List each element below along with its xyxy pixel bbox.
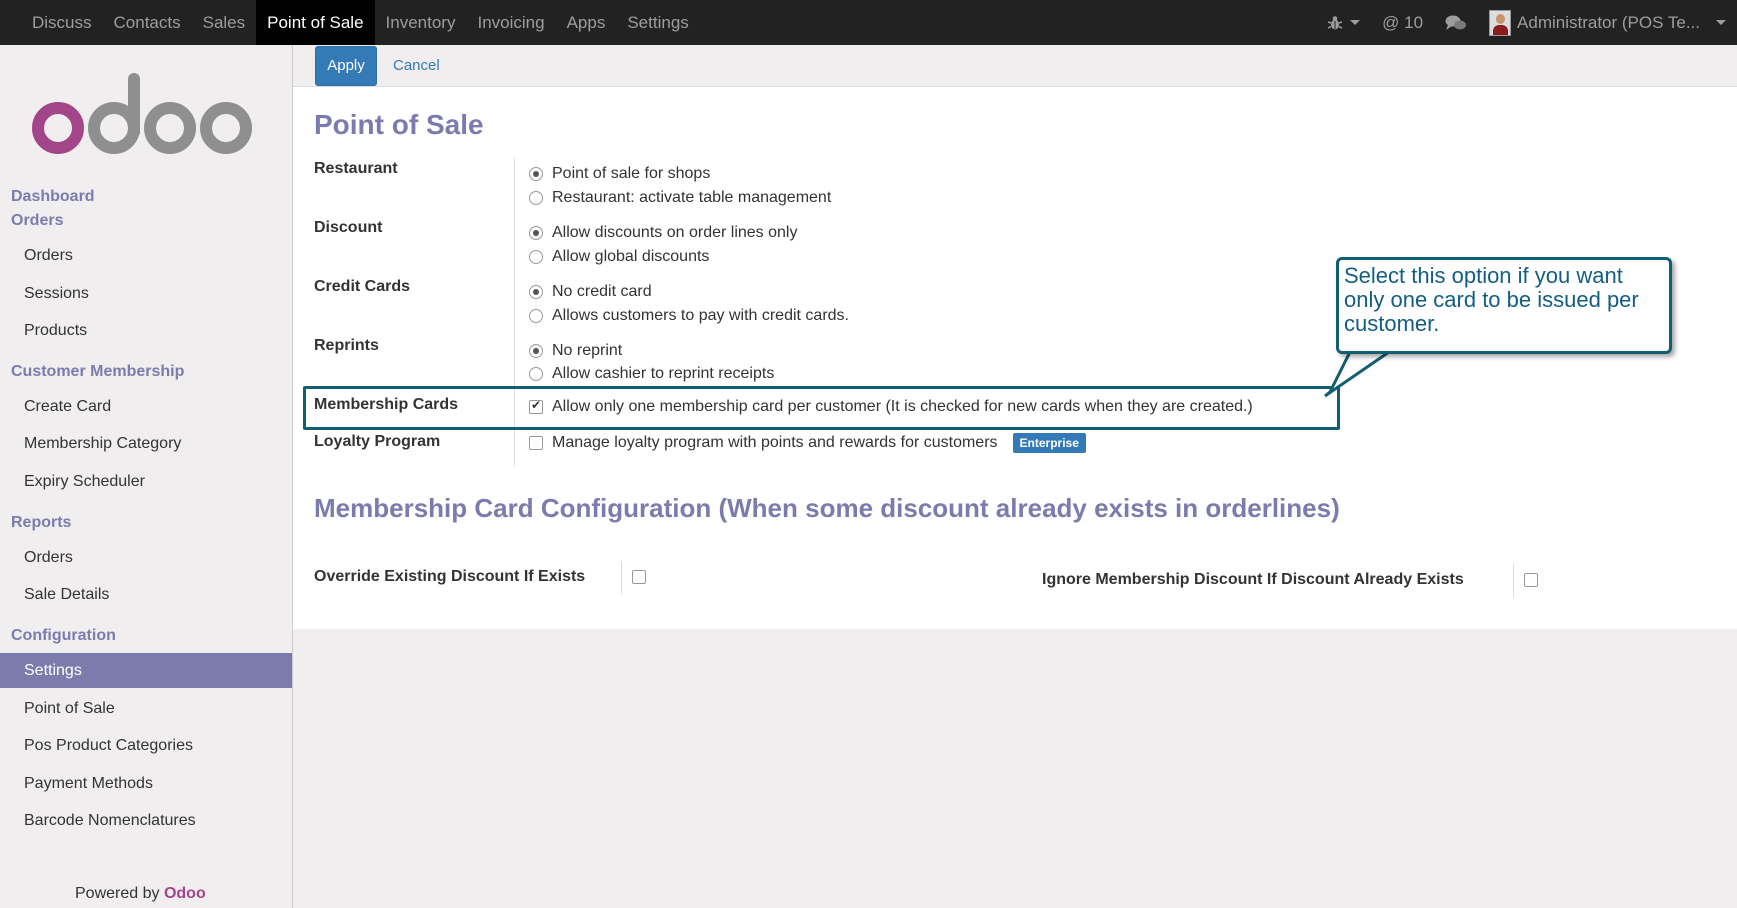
enterprise-badge: Enterprise xyxy=(1012,433,1086,453)
discount-option-lines[interactable]: Allow discounts on order lines only xyxy=(529,224,797,242)
menu-sales[interactable]: Sales xyxy=(192,0,257,45)
loyalty-program-label: Loyalty Program xyxy=(314,433,441,450)
sidebar-item-barcode-nomenclatures[interactable]: Barcode Nomenclatures xyxy=(0,803,292,838)
sidebar-item-create-card[interactable]: Create Card xyxy=(0,389,292,424)
bug-icon xyxy=(1327,15,1343,29)
sidebar-section-configuration[interactable]: Configuration xyxy=(11,627,116,645)
menu-point-of-sale[interactable]: Point of Sale xyxy=(256,0,375,45)
sidebar-item-settings[interactable]: Settings xyxy=(0,653,292,688)
powered-prefix: Powered by xyxy=(75,885,160,902)
sidebar-section-orders[interactable]: Orders xyxy=(11,212,63,230)
settings-form: Point of Sale Restaurant Point of sale f… xyxy=(293,87,1737,629)
user-name: Administrator (POS Te... xyxy=(1517,12,1700,32)
divider xyxy=(621,561,622,595)
sidebar-item-products[interactable]: Products xyxy=(0,313,292,348)
loyalty-program-option[interactable]: Manage loyalty program with points and r… xyxy=(529,433,1086,453)
membership-one-card-checkbox[interactable] xyxy=(529,398,543,414)
option-label: Point of sale for shops xyxy=(552,165,711,182)
sidebar-section-customer-membership[interactable]: Customer Membership xyxy=(11,363,184,381)
ignore-discount-checkbox[interactable] xyxy=(1524,573,1538,587)
sidebar-section-reports[interactable]: Reports xyxy=(11,514,71,532)
chevron-down-icon xyxy=(1716,20,1726,25)
sidebar-item-point-of-sale[interactable]: Point of Sale xyxy=(0,691,292,726)
radio-button[interactable] xyxy=(529,191,543,205)
radio-button[interactable] xyxy=(529,226,543,240)
avatar xyxy=(1489,9,1512,36)
option-label: Allows customers to pay with credit card… xyxy=(552,307,849,324)
sidebar-item-pos-product-categories[interactable]: Pos Product Categories xyxy=(0,728,292,763)
sidebar-section-dashboard[interactable]: Dashboard xyxy=(11,188,95,206)
divider xyxy=(514,157,515,467)
menu-settings[interactable]: Settings xyxy=(616,0,699,45)
menu-inventory[interactable]: Inventory xyxy=(375,0,467,45)
restaurant-option-shops[interactable]: Point of sale for shops xyxy=(529,165,710,183)
option-label: No credit card xyxy=(552,283,652,300)
sidebar-item-payment-methods[interactable]: Payment Methods xyxy=(0,766,292,801)
radio-button[interactable] xyxy=(529,344,543,358)
reprint-option-none[interactable]: No reprint xyxy=(529,342,622,360)
control-panel: Apply Cancel xyxy=(293,45,1737,87)
ignore-discount-label: Ignore Membership Discount If Discount A… xyxy=(1042,571,1464,588)
radio-button[interactable] xyxy=(529,285,543,299)
override-discount-label: Override Existing Discount If Exists xyxy=(314,568,586,585)
sidebar-item-report-orders[interactable]: Orders xyxy=(0,540,292,575)
sidebar-item-expiry-scheduler[interactable]: Expiry Scheduler xyxy=(0,464,292,499)
option-label: Allow cashier to reprint receipts xyxy=(552,365,775,382)
systray: @ 10 Administrator (POS Te... xyxy=(1316,0,1737,45)
reprint-option-allow[interactable]: Allow cashier to reprint receipts xyxy=(529,365,774,383)
cancel-button[interactable]: Cancel xyxy=(393,57,440,74)
annotation-callout: Select this option if you want only one … xyxy=(1336,257,1672,354)
credit-option-none[interactable]: No credit card xyxy=(529,283,652,301)
chevron-down-icon xyxy=(1350,20,1361,25)
override-discount-checkbox[interactable] xyxy=(632,570,646,584)
chat-icon xyxy=(1445,15,1467,30)
radio-button[interactable] xyxy=(529,167,543,181)
sidebar-item-sessions[interactable]: Sessions xyxy=(0,276,292,311)
discount-option-global[interactable]: Allow global discounts xyxy=(529,248,709,266)
credit-cards-label: Credit Cards xyxy=(314,278,411,295)
menu-apps[interactable]: Apps xyxy=(556,0,617,45)
menu-invoicing[interactable]: Invoicing xyxy=(466,0,555,45)
restaurant-option-table[interactable]: Restaurant: activate table management xyxy=(529,189,831,207)
powered-by: Powered by Odoo xyxy=(75,885,206,903)
odoo-logo xyxy=(32,73,252,154)
odoo-link[interactable]: Odoo xyxy=(164,885,206,902)
callout-line: only one card to be issued per xyxy=(1344,287,1639,312)
user-menu[interactable]: Administrator (POS Te... xyxy=(1478,0,1737,45)
option-label: No reprint xyxy=(552,342,623,359)
callout-line: Select this option if you want xyxy=(1344,263,1623,288)
membership-one-card-option[interactable]: Allow only one membership card per custo… xyxy=(529,398,1253,416)
page-title: Point of Sale xyxy=(314,109,484,140)
option-label: Manage loyalty program with points and r… xyxy=(552,434,998,451)
sidebar-item-orders[interactable]: Orders xyxy=(0,238,292,273)
chat-menu[interactable] xyxy=(1434,0,1478,45)
radio-button[interactable] xyxy=(529,367,543,381)
top-navbar: Discuss Contacts Sales Point of Sale Inv… xyxy=(0,0,1737,45)
sidebar-item-membership-category[interactable]: Membership Category xyxy=(0,426,292,461)
callout-line: customer. xyxy=(1344,311,1440,336)
debug-menu[interactable] xyxy=(1316,0,1371,45)
main-menu: Discuss Contacts Sales Point of Sale Inv… xyxy=(0,0,700,45)
credit-option-allow[interactable]: Allows customers to pay with credit card… xyxy=(529,307,849,325)
divider xyxy=(1513,564,1514,598)
radio-button[interactable] xyxy=(529,250,543,264)
config-section-title: Membership Card Configuration (When some… xyxy=(314,493,1340,523)
apply-button[interactable]: Apply xyxy=(315,46,377,86)
membership-cards-label: Membership Cards xyxy=(314,396,459,413)
loyalty-program-checkbox[interactable] xyxy=(529,436,543,450)
radio-button[interactable] xyxy=(529,309,543,323)
restaurant-label: Restaurant xyxy=(314,160,398,177)
option-label: Allow global discounts xyxy=(552,248,710,265)
sidebar-item-sale-details[interactable]: Sale Details xyxy=(0,577,292,612)
menu-contacts[interactable]: Contacts xyxy=(103,0,192,45)
mentions-counter[interactable]: @ 10 xyxy=(1371,0,1434,45)
reprints-label: Reprints xyxy=(314,337,379,354)
discount-label: Discount xyxy=(314,219,383,236)
sidebar: Dashboard Orders Orders Sessions Product… xyxy=(0,45,293,908)
option-label: Allow discounts on order lines only xyxy=(552,224,798,241)
option-label: Allow only one membership card per custo… xyxy=(552,398,1253,415)
menu-discuss[interactable]: Discuss xyxy=(21,0,103,45)
option-label: Restaurant: activate table management xyxy=(552,189,832,206)
